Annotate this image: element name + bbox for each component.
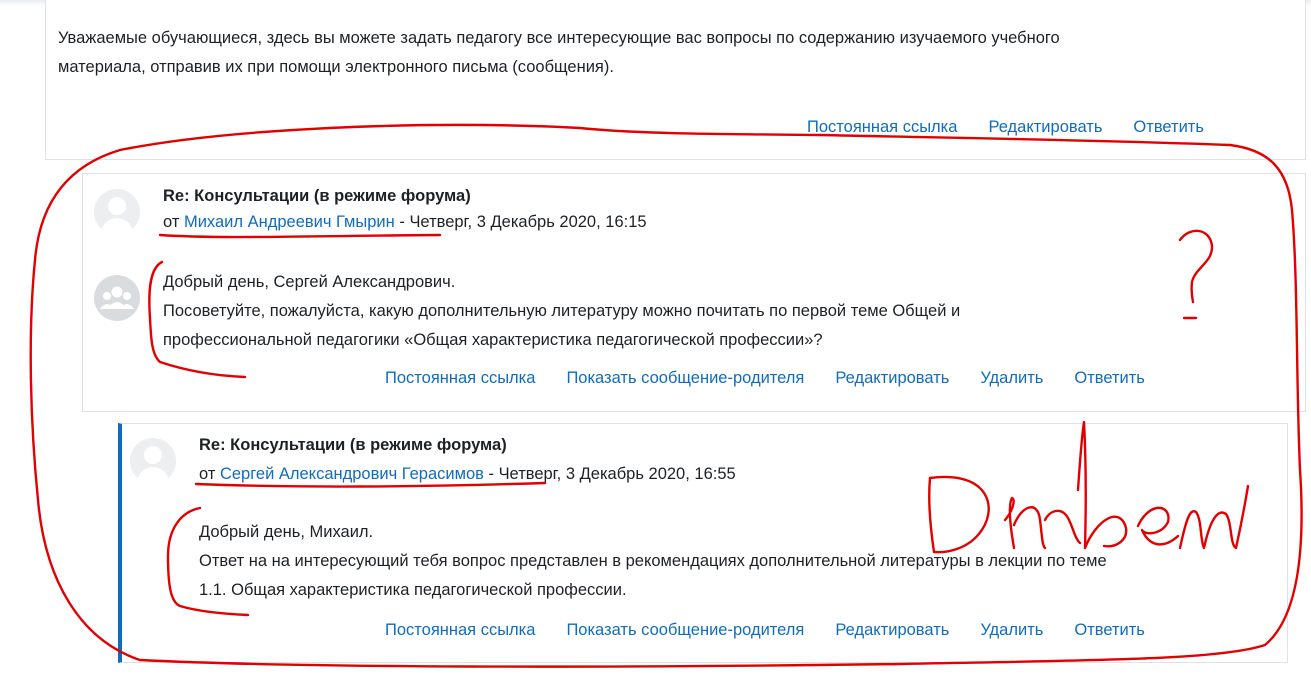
edit-link[interactable]: Редактировать [988,118,1102,136]
reply-link[interactable]: Ответить [1133,118,1204,136]
edit-link[interactable]: Редактировать [835,621,949,639]
permalink-link[interactable]: Постоянная ссылка [385,369,535,387]
intro-text-line: Уважаемые обучающиеся, здесь вы можете з… [58,29,1060,47]
post-subject: Re: Консультации (в режиме форума) [199,436,507,454]
reply-link[interactable]: Ответить [1074,621,1145,639]
intro-text-line: материала, отправив их при помощи электр… [58,58,614,76]
message-line: Посоветуйте, пожалуйста, какую дополните… [163,302,961,320]
post-meta: от Михаил Андреевич Гмырин - Четверг, 3 … [163,211,647,233]
edit-link[interactable]: Редактировать [835,369,949,387]
post-actions: Постоянная ссылка Показать сообщение-роди… [385,367,1145,389]
post-message: Добрый день, Сергей Александрович. Посов… [163,268,960,355]
post-date: - Четверг, 3 Декабрь 2020, 16:15 [399,213,647,231]
show-parent-link[interactable]: Показать сообщение-родителя [566,369,804,387]
intro-text: Уважаемые обучающиеся, здесь вы можете з… [58,24,1060,82]
post-subject: Re: Консультации (в режиме форума) [163,187,471,205]
permalink-link[interactable]: Постоянная ссылка [385,621,535,639]
delete-link[interactable]: Удалить [980,369,1043,387]
by-label: от [199,465,216,483]
message-line: Добрый день, Сергей Александрович. [163,273,456,291]
reply-link[interactable]: Ответить [1074,369,1145,387]
author-link[interactable]: Михаил Андреевич Гмырин [184,213,395,231]
message-line: профессиональной педагогики «Общая харак… [163,331,823,349]
post-meta: от Сергей Александрович Герасимов - Четв… [199,463,736,485]
message-line: 1.1. Общая характеристика педагогической… [199,581,627,599]
delete-link[interactable]: Удалить [980,621,1043,639]
author-link[interactable]: Сергей Александрович Герасимов [220,465,484,483]
group-icon [94,275,140,321]
permalink-link[interactable]: Постоянная ссылка [807,118,957,136]
message-line: Добрый день, Михаил. [199,523,374,541]
post-date: - Четверг, 3 Декабрь 2020, 16:55 [488,465,736,483]
post-message: Добрый день, Михаил. Ответ на на интерес… [199,518,1107,605]
post-actions: Постоянная ссылка Показать сообщение-роди… [385,619,1145,641]
message-line: Ответ на на интересующий тебя вопрос пре… [199,552,1107,570]
user-avatar-icon[interactable] [94,189,140,235]
show-parent-link[interactable]: Показать сообщение-родителя [566,621,804,639]
by-label: от [163,213,180,231]
intro-actions: Постоянная ссылка Редактировать Ответить [807,116,1204,138]
user-avatar-icon[interactable] [130,438,176,484]
